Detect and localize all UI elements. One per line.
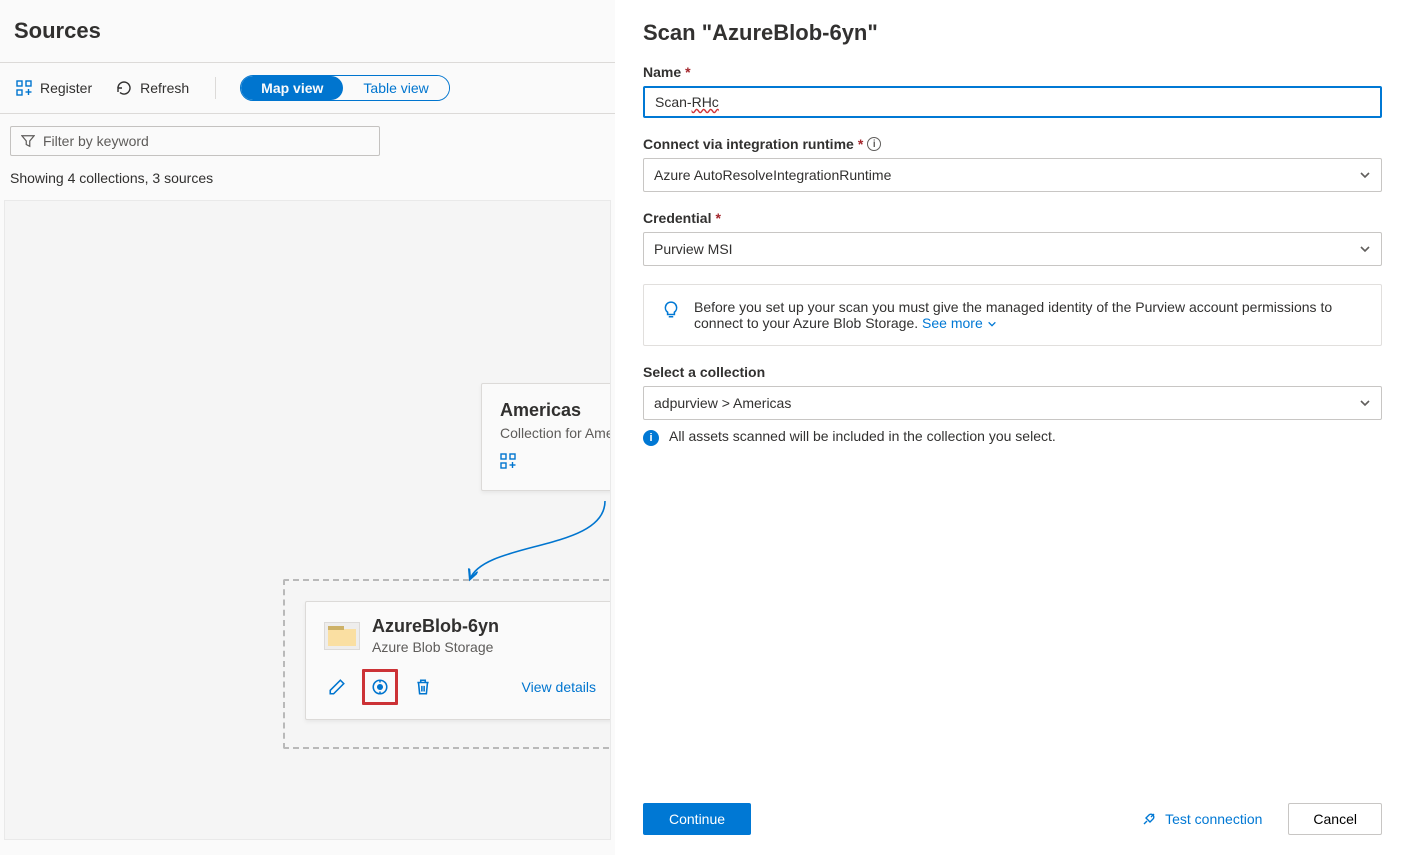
tip-box: Before you set up your scan you must giv… [643,284,1382,346]
name-label: Name [643,64,681,80]
credential-select[interactable]: Purview MSI [643,232,1382,266]
credential-label: Credential [643,210,711,226]
see-more-link[interactable]: See more [922,315,997,331]
lightbulb-icon [662,301,680,319]
credential-value: Purview MSI [654,241,733,257]
scan-name-input[interactable]: Scan-RHc [643,86,1382,118]
collection-value: adpurview > Americas [654,395,791,411]
scan-panel: Scan "AzureBlob-6yn" Name * Scan-RHc Con… [615,0,1418,855]
runtime-select[interactable]: Azure AutoResolveIntegrationRuntime [643,158,1382,192]
info-icon[interactable]: i [867,137,881,151]
chevron-down-icon [1359,243,1371,255]
panel-title: Scan "AzureBlob-6yn" [643,20,1382,46]
panel-footer: Continue Test connection Cancel [643,783,1382,835]
info-badge-icon: i [643,430,659,446]
plug-icon [1141,811,1157,827]
test-connection-button[interactable]: Test connection [1141,811,1262,827]
collection-select[interactable]: adpurview > Americas [643,386,1382,420]
chevron-down-icon [1359,169,1371,181]
continue-button[interactable]: Continue [643,803,751,835]
cancel-button[interactable]: Cancel [1288,803,1382,835]
chevron-down-icon [1359,397,1371,409]
runtime-value: Azure AutoResolveIntegrationRuntime [654,167,891,183]
collection-helper: All assets scanned will be included in t… [669,428,1056,444]
tip-text: Before you set up your scan you must giv… [694,299,1332,331]
collection-label: Select a collection [643,364,765,380]
runtime-label: Connect via integration runtime [643,136,854,152]
sources-pane: Sources Register Refresh Map view Table … [0,0,615,855]
chevron-down-icon [987,319,997,329]
